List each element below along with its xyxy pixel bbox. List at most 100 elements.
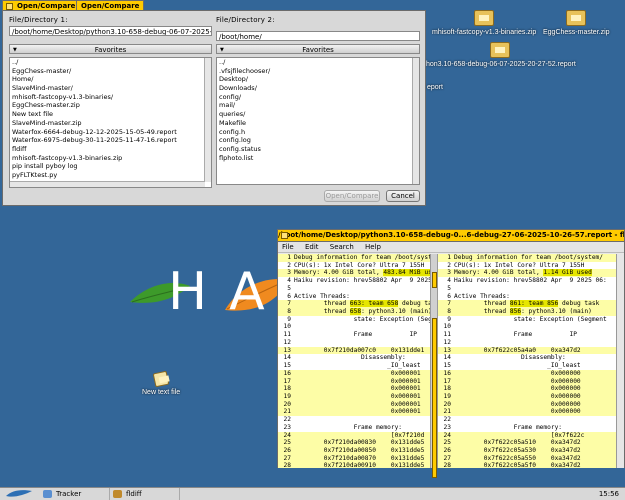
desktop-icon-eggchess-zip[interactable]: EggChess-master.zip [543,10,610,36]
line-text: 0x7f622c05a510 0xa347d2 [454,439,581,447]
desktop-icon-report[interactable]: eport [427,84,443,91]
line-number: 16 [443,369,451,377]
fldiff-right-pane[interactable]: 1 Debug information for team /boot/system… [438,254,618,468]
close-window-icon[interactable] [281,232,288,239]
fldiff-title-bar[interactable]: /boot/home/Desktop/python3.10-658-debug-… [278,230,624,242]
file-list-item[interactable]: Waterfox-6975-debug-30-11-2025-11-47-16.… [10,136,211,145]
diff-changed-segment: 856 [509,308,522,316]
file-list-item[interactable]: SlaveMind-master/ [10,84,211,93]
diff-line: 14 Disassembly: [278,354,430,362]
open-compare-window: File/Directory 1: /boot/home/Desktop/pyt… [2,10,426,206]
menu-help[interactable]: Help [365,242,381,253]
line-text: Disassembly: [294,354,406,362]
line-number: 24 [283,431,291,439]
dir1-favorites-menu[interactable]: ▼ Favorites [9,44,212,54]
menu-file[interactable]: File [282,242,294,253]
scroll-thumb[interactable] [432,318,437,478]
file-list-item[interactable]: mail/ [217,101,419,110]
line-number: 27 [283,454,291,462]
line-text: 0x7f622c05a550 0xa347d2 [454,455,581,463]
line-text-segment: Haiku revision: hrev58802 Apr 9 2025 06: [454,277,607,285]
line-text-segment: 0x000001 [294,392,421,400]
fldiff-right-scrollbar[interactable] [616,254,624,468]
dir2-file-list[interactable]: ../.vfsjfilechooser/Desktop/Downloads/co… [216,57,420,185]
diff-line: 13 0x7f622c05a4a0 0xa347d2 [438,346,618,355]
line-number: 13 [283,346,291,354]
taskbar-clock[interactable]: 15:56 [599,488,619,500]
diff-line: 15 _IO_least [278,362,430,370]
line-number: 11 [443,331,451,339]
file-list-item[interactable]: .vfsjfilechooser/ [217,67,419,76]
taskbar-item-tracker[interactable]: Tracker [40,488,110,500]
fldiff-center-scrollbar[interactable] [430,254,438,478]
dir2-vertical-scrollbar[interactable] [412,58,419,184]
taskbar-item-fldiff[interactable]: fldiff [110,488,180,500]
file-list-item[interactable]: SlaveMind-master.zip [10,119,211,128]
line-text-segment: Debug information for team /boot/system/ [454,254,604,261]
line-text: state: Exception (Segment [294,316,430,324]
close-window-icon[interactable] [6,3,13,10]
diff-line: 24 [0x7f622c [438,431,618,440]
line-text: 0x7f210da007c0 0x131dde1 [294,347,425,355]
line-text: _IO_least [454,362,581,370]
line-text-segment: _IO_least [454,362,581,370]
dropdown-arrow-icon: ▼ [220,47,224,53]
file-list-item[interactable]: Home/ [10,75,211,84]
file-list-item[interactable]: Downloads/ [217,84,419,93]
line-number: 15 [283,362,291,370]
menu-search[interactable]: Search [330,242,354,253]
file-list-item[interactable]: EggChess-master.zip [10,101,211,110]
file-list-item[interactable]: Makefile [217,119,419,128]
line-text: 0x7f210da00850 0x131dde5 [294,447,425,455]
taskbar: Tracker fldiff 15:56 [0,487,625,500]
line-number: 13 [443,346,451,354]
dir1-path-input[interactable]: /boot/home/Desktop/python3.10-658-debug-… [9,26,212,36]
file-list-item[interactable]: mhisoft-fastcopy-v1.3-binaries.zip [10,154,211,163]
line-number: 19 [443,392,451,400]
line-number: 5 [287,284,291,292]
menu-edit[interactable]: Edit [305,242,319,253]
file-list-item[interactable]: Waterfox-6664-debug-12-12-2025-15-05-49.… [10,128,211,137]
desktop-icon-new-text-file[interactable]: New text file [142,370,180,396]
file-list-item[interactable]: mhisoft-fastcopy-v1.3-binaries/ [10,93,211,102]
dir1-horizontal-scrollbar[interactable] [10,181,205,187]
file-list-item[interactable]: config.h [217,128,419,137]
line-number: 10 [283,323,291,331]
line-number: 11 [283,331,291,339]
file-list-item[interactable]: flphoto.list [217,154,419,163]
dir1-vertical-scrollbar[interactable] [204,58,211,182]
desktop-icon-python-report[interactable]: hon3.10-658-debug-06-07-2025-20-27-52.re… [426,42,576,68]
file-list-item[interactable]: config.status [217,145,419,154]
line-text-segment: Disassembly: [454,354,566,362]
line-text-segment: 0x000000 [454,392,581,400]
file-list-item[interactable]: New text file [10,110,211,119]
file-list-item[interactable]: pip install pyboy log [10,162,211,171]
diff-line: 3 Memory: 4.00 GiB total, 1.14 GiB used [438,269,618,278]
dir2-path-input[interactable]: /boot/home/ [216,31,420,41]
line-text-segment: 0x000000 [454,400,581,408]
line-text: 0x000001 [294,393,421,401]
file-list-item[interactable]: config/ [217,93,419,102]
file-list-item[interactable]: pyFLTKtest.py [10,171,211,180]
file-list-item[interactable]: queries/ [217,110,419,119]
dir2-favorites-menu[interactable]: ▼ Favorites [216,44,420,54]
line-text-segment: 0x000001 [294,408,421,416]
open-compare-button[interactable]: Open/Compare [324,190,380,202]
file-list-item[interactable]: config.log [217,136,419,145]
scroll-thumb[interactable] [432,272,437,288]
line-number: 24 [443,431,451,439]
diff-changed-segment: 861: team 856 [509,300,559,308]
file-list-item[interactable]: ../ [10,58,211,67]
fldiff-left-pane[interactable]: 1 Debug information for team /boot/system… [278,254,430,468]
cancel-button[interactable]: Cancel [386,190,420,202]
file-list-item[interactable]: Desktop/ [217,75,419,84]
file-list-item[interactable]: ../ [217,58,419,67]
file-list-item[interactable]: fldiff [10,145,211,154]
dir1-file-list[interactable]: ../EggChess-master/Home/SlaveMind-master… [9,57,212,188]
desktop-icon-fastcopy-zip[interactable]: mhisoft-fastcopy-v1.3-binaries.zip [432,10,536,36]
line-text-segment: CPU(s): 1x Intel Core? Ultra 7 155H [454,261,585,269]
file-list-item[interactable]: EggChess-master/ [10,67,211,76]
haiku-menu-icon[interactable] [4,489,34,499]
line-number: 22 [283,416,291,424]
tracker-icon [43,490,52,498]
